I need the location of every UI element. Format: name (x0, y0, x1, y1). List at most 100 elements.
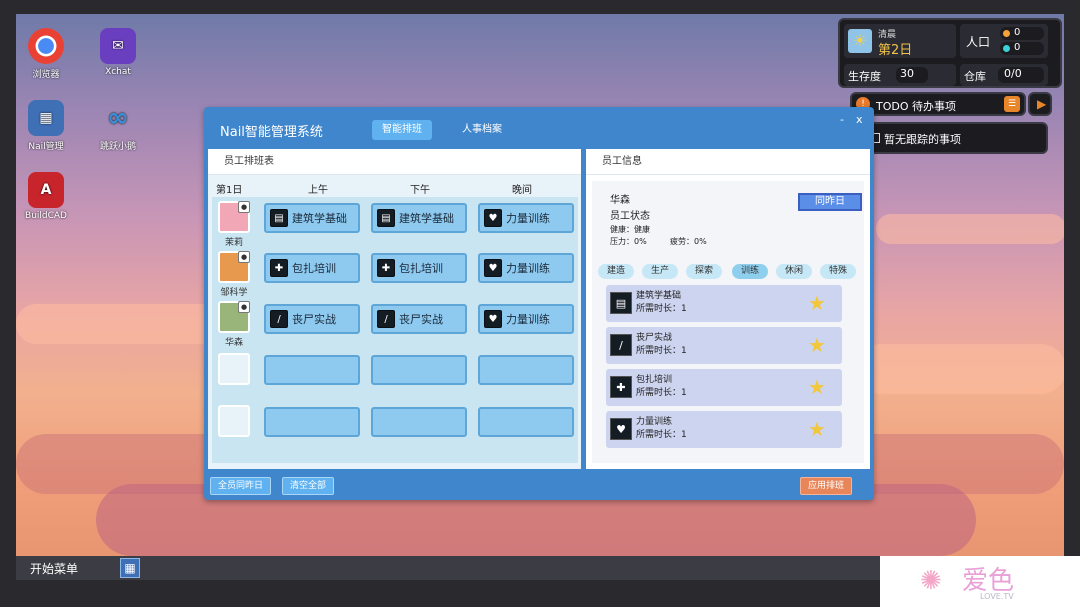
window-title: Nail智能管理系统 (220, 125, 323, 140)
desktop-icon-nail[interactable]: ▦ Nail管理 (16, 100, 76, 152)
clear-all-button[interactable]: 清空全部 (282, 477, 335, 495)
skill-card[interactable]: ▤ 建筑学基础 所需时长：1 ★ (606, 285, 842, 322)
todo-bar[interactable]: ! TODO 待办事项 ☰ (850, 92, 1026, 116)
window-titlebar[interactable]: Nail智能管理系统 智能排班 人事档案 - x (204, 107, 874, 147)
all-same-as-yesterday-button[interactable]: 全员同昨日 (210, 477, 272, 495)
slot-label: 力量训练 (506, 313, 550, 326)
plus-icon: ✚ (377, 259, 395, 277)
close-button[interactable]: x (856, 113, 863, 126)
slot-label: 丧尸实战 (292, 313, 336, 326)
empty-avatar-slot[interactable] (218, 405, 250, 437)
desktop-icon-label: 浏览器 (32, 70, 60, 80)
same-as-yesterday-button[interactable]: 同昨日 (798, 193, 862, 211)
skill-name: 丧尸实战 (636, 333, 673, 343)
category-chip-produce[interactable]: 生产 (642, 264, 679, 279)
day-box: ☀ 清晨 第2日 (844, 24, 956, 58)
schedule-slot-empty[interactable] (371, 407, 467, 437)
cad-icon: A (28, 172, 64, 208)
schedule-slot-empty[interactable] (371, 355, 467, 385)
star-icon: ★ (808, 291, 826, 315)
employee-info-panel: 员工信息 华森 员工状态 健康：健康 压力：0% 疲劳：0% 同昨日 建造 生产… (586, 149, 870, 469)
category-chip-special[interactable]: 特殊 (820, 264, 857, 279)
tab-personnel-files[interactable]: 人事档案 (452, 120, 512, 140)
no-tracking-text: 暂无跟踪的事项 (884, 133, 961, 146)
star-icon: ★ (808, 333, 826, 357)
muscle-icon: ♥ (484, 310, 502, 328)
todo-list-icon[interactable]: ☰ (1004, 96, 1020, 112)
schedule-slot[interactable]: ▤ 建筑学基础 (371, 203, 467, 233)
muscle-icon: ♥ (484, 209, 502, 227)
skill-card[interactable]: ♥ 力量训练 所需时长：1 ★ (606, 411, 842, 448)
schedule-slot[interactable]: ♥ 力量训练 (478, 203, 574, 233)
minimize-button[interactable]: - (840, 113, 844, 126)
slot-label: 建筑学基础 (399, 212, 454, 225)
muscle-icon: ♥ (484, 259, 502, 277)
employee-status-title: 员工状态 (610, 211, 650, 222)
skill-card[interactable]: / 丧尸实战 所需时长：1 ★ (606, 327, 842, 364)
watermark-sub: LOVE.TV (980, 592, 1014, 601)
schedule-slot-empty[interactable] (478, 407, 574, 437)
todo-label: TODO 待办事项 (876, 100, 957, 113)
person-icon: ● (238, 251, 250, 263)
skill-card[interactable]: ✚ 包扎培训 所需时长：1 ★ (606, 369, 842, 406)
skill-duration: 所需时长：1 (636, 388, 687, 398)
person-icon: ● (238, 301, 250, 313)
gem-icon (1003, 45, 1010, 52)
tab-smart-schedule[interactable]: 智能排班 (372, 120, 432, 140)
schedule-slot-empty[interactable] (478, 355, 574, 385)
empty-avatar-slot[interactable] (218, 353, 250, 385)
population-label: 人口 (966, 35, 991, 49)
book-icon: ▤ (270, 209, 288, 227)
storage-label: 仓库 (964, 70, 986, 83)
schedule-slot[interactable]: / 丧尸实战 (264, 304, 360, 334)
desktop-icon-buildcad[interactable]: A BuildCAD (16, 172, 76, 221)
knife-icon: / (377, 310, 395, 328)
desktop-icon-label: Xchat (105, 67, 131, 77)
skill-duration: 所需时长：1 (636, 346, 687, 356)
book-icon: ▤ (377, 209, 395, 227)
category-chip-train[interactable]: 训练 (732, 264, 769, 279)
todo-toggle-button[interactable]: ▶ (1028, 92, 1052, 116)
pop-b-value: 0 (1014, 42, 1021, 53)
slot-label: 建筑学基础 (292, 212, 347, 225)
pop-counter-b: 0 (1000, 42, 1044, 55)
plus-icon: ✚ (610, 376, 632, 398)
desktop-icon-label: BuildCAD (25, 211, 67, 221)
schedule-slot[interactable]: ✚ 包扎培训 (371, 253, 467, 283)
pop-a-value: 0 (1014, 27, 1021, 38)
watermark-logo-icon: ✺ (920, 566, 942, 596)
desktop-icon-label: 跳跃小鹅 (99, 142, 136, 152)
desktop-icon-xchat[interactable]: ✉ Xchat (88, 28, 148, 77)
storage-box: 仓库 0/0 (960, 64, 1048, 86)
star-icon: ★ (808, 417, 826, 441)
xchat-icon: ✉ (100, 28, 136, 64)
category-chip-build[interactable]: 建造 (598, 264, 635, 279)
pop-counter-a: 0 (1000, 27, 1044, 40)
slot-label: 包扎培训 (399, 262, 443, 275)
category-chip-leisure[interactable]: 休闲 (776, 264, 813, 279)
schedule-slot[interactable]: ♥ 力量训练 (478, 253, 574, 283)
start-menu-button[interactable]: 开始菜单 (30, 560, 78, 577)
schedule-slot[interactable]: ▤ 建筑学基础 (264, 203, 360, 233)
knife-icon: / (270, 310, 288, 328)
calendar-grid-icon: ▦ (28, 100, 64, 136)
column-evening: 晚间 (512, 185, 532, 196)
skill-name: 包扎培训 (636, 375, 673, 385)
slot-label: 丧尸实战 (399, 313, 443, 326)
day-label: 第2日 (878, 43, 913, 58)
skill-name: 建筑学基础 (636, 291, 682, 301)
schedule-slot[interactable]: ✚ 包扎培训 (264, 253, 360, 283)
schedule-slot-empty[interactable] (264, 407, 360, 437)
schedule-slot[interactable]: / 丧尸实战 (371, 304, 467, 334)
fatigue-text: 疲劳：0% (670, 237, 707, 246)
schedule-slot-empty[interactable] (264, 355, 360, 385)
desktop-icon-browser[interactable]: 浏览器 (16, 28, 76, 80)
taskbar-nail-app-icon[interactable]: ▦ (120, 558, 140, 578)
employee-name: 邹科学 (220, 288, 248, 298)
apply-schedule-button[interactable]: 应用排班 (800, 477, 853, 495)
desktop-icon-jump[interactable]: ∞ 跳跃小鹅 (88, 100, 148, 152)
schedule-slot[interactable]: ♥ 力量训练 (478, 304, 574, 334)
cloud (856, 344, 1064, 394)
desktop: 浏览器 ✉ Xchat ▦ Nail管理 ∞ 跳跃小鹅 A BuildCAD ☀… (16, 14, 1064, 556)
category-chip-explore[interactable]: 探索 (686, 264, 723, 279)
